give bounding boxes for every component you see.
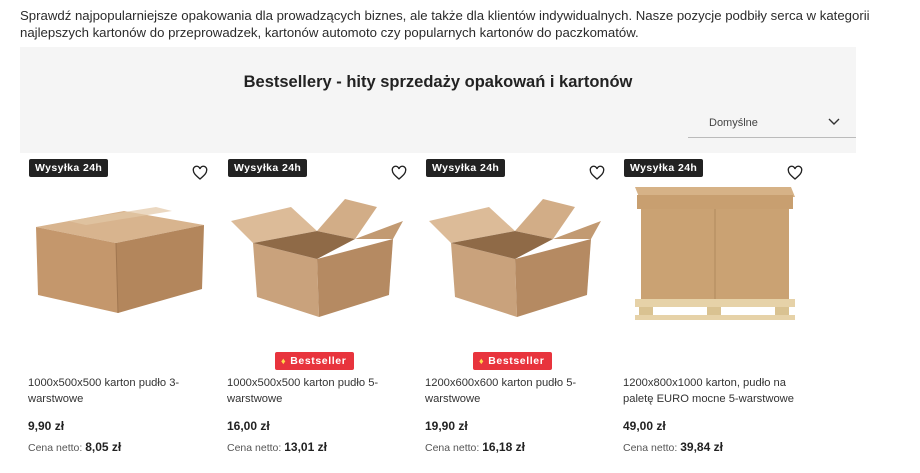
intro-text: Sprawdź najpopularniejsze opakowania dla… bbox=[20, 8, 870, 40]
product-price: 16,00 zł bbox=[227, 419, 270, 433]
open-box-icon[interactable] bbox=[425, 181, 605, 321]
shipping-badge: Wysyłka 24h bbox=[624, 159, 704, 177]
bestseller-badge: ♦ Bestseller bbox=[473, 352, 553, 370]
closed-box-icon[interactable] bbox=[28, 181, 208, 321]
netto-price: Cena netto: 8,05 zł bbox=[28, 440, 122, 454]
product-name[interactable]: 1200x800x1000 karton, pudło na paletę EU… bbox=[623, 375, 803, 407]
product-price: 9,90 zł bbox=[28, 419, 65, 433]
heart-icon[interactable] bbox=[192, 165, 208, 181]
chevron-down-icon bbox=[828, 118, 840, 125]
sort-selected-value: Domyślne bbox=[709, 117, 758, 129]
product-price: 49,00 zł bbox=[623, 419, 666, 433]
shipping-badge: Wysyłka 24h bbox=[228, 159, 308, 177]
product-name[interactable]: 1000x500x500 karton pudło 5-warstwowe bbox=[227, 375, 407, 407]
netto-price: Cena netto: 16,18 zł bbox=[425, 440, 525, 454]
flame-icon: ♦ bbox=[479, 356, 485, 366]
heart-icon[interactable] bbox=[589, 165, 605, 181]
netto-price: Cena netto: 13,01 zł bbox=[227, 440, 327, 454]
netto-price: Cena netto: 39,84 zł bbox=[623, 440, 723, 454]
flame-icon: ♦ bbox=[281, 356, 287, 366]
bestseller-badge: ♦ Bestseller bbox=[275, 352, 355, 370]
product-card[interactable]: Wysyłka 24h 1200x800x1000 karton, pudło … bbox=[615, 153, 813, 473]
shipping-badge: Wysyłka 24h bbox=[426, 159, 506, 177]
heart-icon[interactable] bbox=[787, 165, 803, 181]
sort-dropdown[interactable]: Domyślne bbox=[688, 109, 856, 138]
product-card[interactable]: Wysyłka 24h ♦ Bestseller 1000x500x500 kar… bbox=[219, 153, 417, 473]
shipping-badge: Wysyłka 24h bbox=[29, 159, 109, 177]
bestsellers-header-panel: Bestsellery - hity sprzedaży opakowań i … bbox=[20, 47, 856, 153]
product-name[interactable]: 1200x600x600 karton pudło 5-warstwowe bbox=[425, 375, 605, 407]
product-card[interactable]: Wysyłka 24h 1000x500x500 karton pudło 3-… bbox=[20, 153, 218, 473]
open-box-icon[interactable] bbox=[227, 181, 407, 321]
product-name[interactable]: 1000x500x500 karton pudło 3-warstwowe bbox=[28, 375, 208, 407]
pallet-box-icon[interactable] bbox=[623, 181, 803, 321]
product-price: 19,90 zł bbox=[425, 419, 468, 433]
section-title: Bestsellery - hity sprzedaży opakowań i … bbox=[243, 73, 633, 91]
product-card[interactable]: Wysyłka 24h ♦ Bestseller 1200x600x600 kar… bbox=[417, 153, 615, 473]
heart-icon[interactable] bbox=[391, 165, 407, 181]
